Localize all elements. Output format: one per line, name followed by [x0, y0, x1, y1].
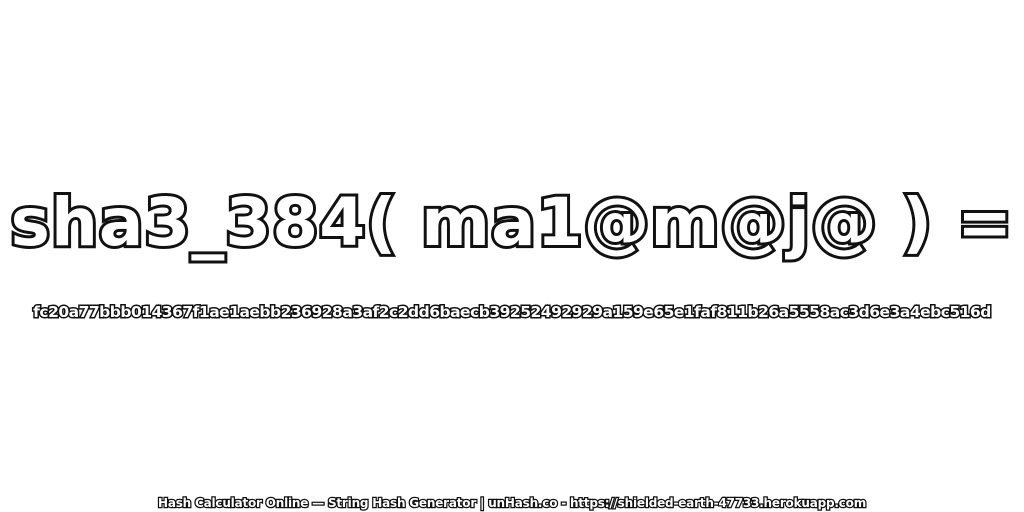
- site-footer-caption: Hash Calculator Online — String Hash Gen…: [157, 495, 868, 512]
- page: sha3_384( ma1@m@j@ ) = fc20a77bbb014367f…: [0, 0, 1024, 512]
- hash-expression-heading: sha3_384( ma1@m@j@ ) =: [8, 181, 1016, 264]
- hash-result-value: fc20a77bbb014367f1ae1aebb236928a3af2c2dd…: [32, 302, 993, 323]
